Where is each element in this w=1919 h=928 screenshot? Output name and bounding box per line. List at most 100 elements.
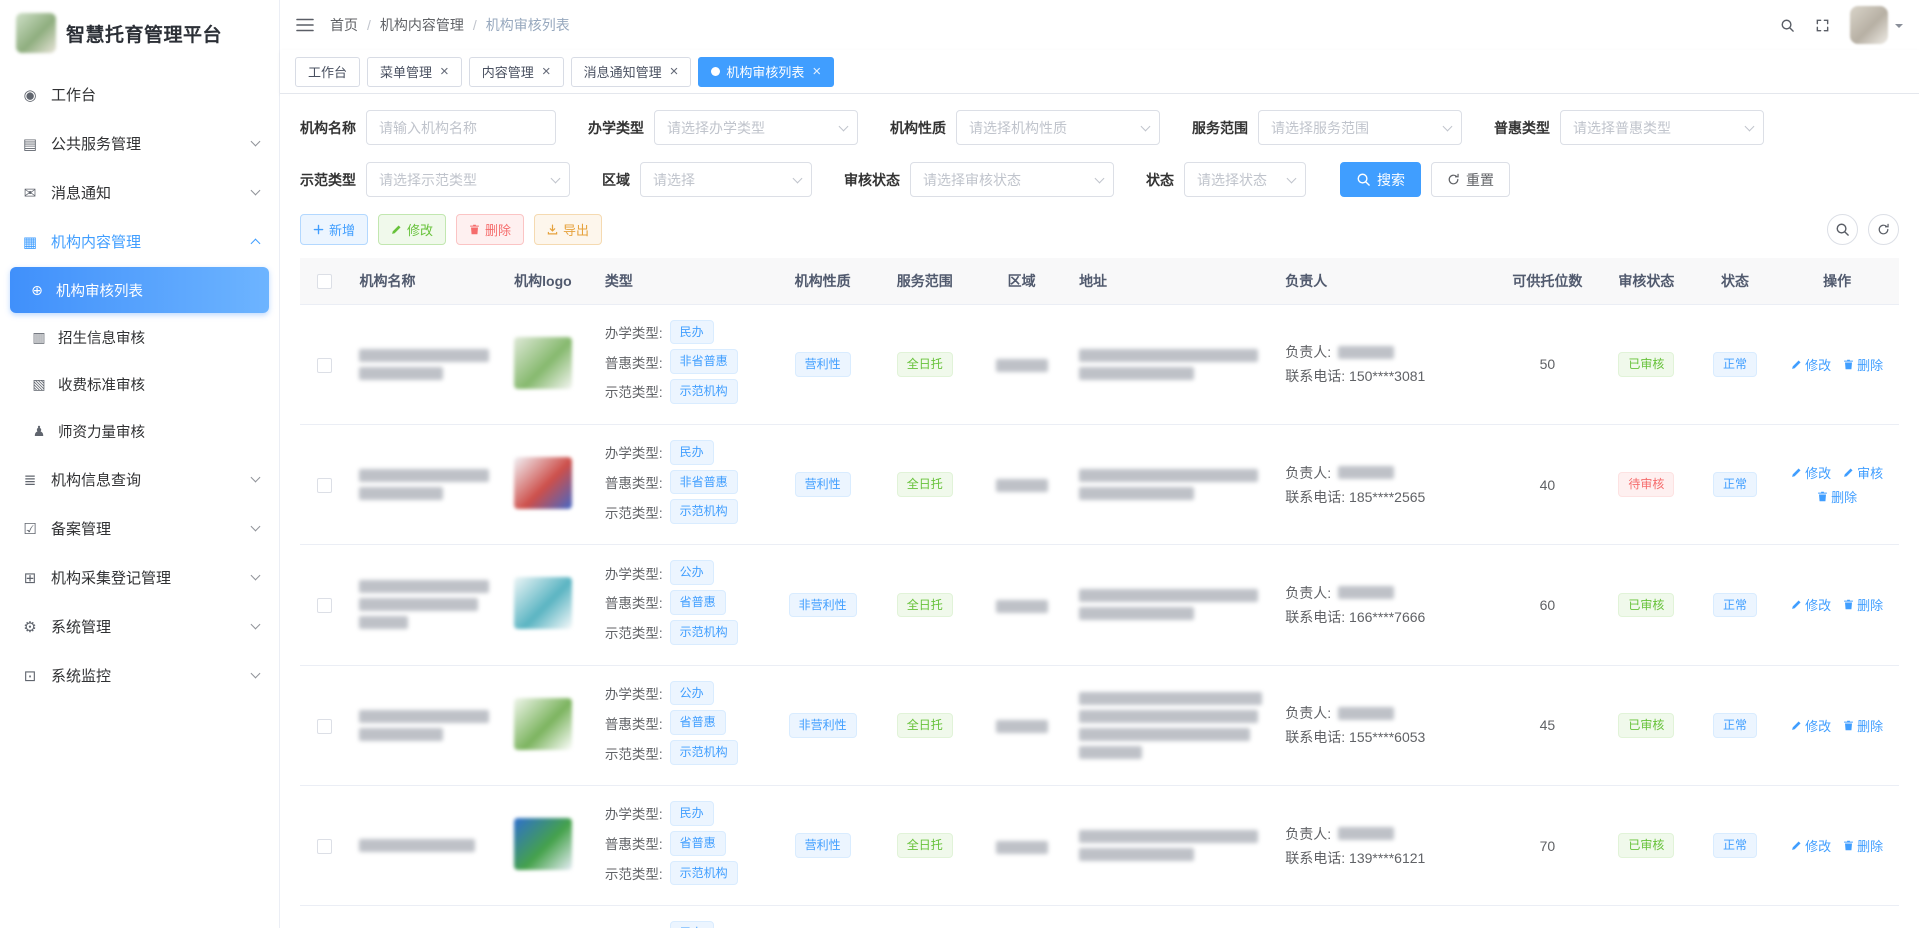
fullscreen-icon[interactable]: [1815, 18, 1830, 33]
filter-select-region[interactable]: 请选择: [640, 162, 812, 197]
tab-close-icon[interactable]: ×: [812, 64, 821, 79]
row-checkbox[interactable]: [317, 358, 332, 373]
row-action-delete[interactable]: 删除: [1843, 716, 1883, 735]
blurred-address: [1079, 830, 1265, 861]
search-button[interactable]: 搜索: [1340, 162, 1421, 197]
edit-icon: [1791, 359, 1802, 370]
sidebar-collapse-icon[interactable]: [296, 17, 314, 33]
refresh-table-button[interactable]: [1868, 214, 1899, 245]
user-menu[interactable]: [1850, 6, 1903, 44]
sidebar-item-workbench[interactable]: ◉工作台: [0, 70, 279, 119]
blurred-text: [1079, 830, 1258, 843]
edit-button[interactable]: 修改: [378, 214, 446, 245]
breadcrumb-current: 机构审核列表: [486, 15, 570, 35]
toolbar-utilities: [1827, 214, 1899, 245]
col-header: 机构logo: [504, 258, 595, 304]
row-action-delete[interactable]: 删除: [1843, 355, 1883, 374]
avatar[interactable]: [1850, 6, 1888, 44]
delete-button[interactable]: 删除: [456, 214, 524, 245]
tab-message-mgmt[interactable]: 消息通知管理×: [571, 57, 692, 87]
sidebar-subitem-enrollment-audit[interactable]: ▥招生信息审核: [0, 314, 279, 361]
edit-icon: [1791, 599, 1802, 610]
audit-status-tag: 已审核: [1618, 713, 1674, 738]
sidebar-subitem-org-audit-list[interactable]: ⊕机构审核列表: [10, 267, 269, 313]
filter-select-audit-status[interactable]: 请选择审核状态: [910, 162, 1114, 197]
blurred-text: [359, 598, 477, 611]
filter-select-inclusive-type[interactable]: 请选择普惠类型: [1560, 110, 1764, 145]
filter-field-school-type: 办学类型请选择办学类型: [588, 110, 858, 145]
filter-field-org-nature: 机构性质请选择机构性质: [890, 110, 1160, 145]
row-action-delete[interactable]: 删除: [1817, 487, 1857, 506]
row-action-edit[interactable]: 修改: [1791, 836, 1831, 855]
sidebar-subitem-teacher-audit[interactable]: ♟师资力量审核: [0, 408, 279, 455]
col-header: 可供托位数: [1497, 258, 1598, 304]
row-checkbox[interactable]: [317, 478, 332, 493]
blurred-text: [1079, 848, 1194, 861]
col-header: 机构性质: [770, 258, 875, 304]
select-all-checkbox[interactable]: [317, 274, 332, 289]
sidebar-item-public-service[interactable]: ▤公共服务管理: [0, 119, 279, 168]
tab-org-audit-list[interactable]: 机构审核列表×: [698, 57, 834, 87]
row-action-delete[interactable]: 删除: [1843, 595, 1883, 614]
tab-content-mgmt[interactable]: 内容管理×: [469, 57, 564, 87]
tab-workbench[interactable]: 工作台: [295, 57, 360, 87]
status-tag: 正常: [1713, 472, 1757, 497]
tab-close-icon[interactable]: ×: [670, 64, 679, 79]
blurred-text: [1079, 710, 1258, 723]
org-logo-image: [514, 457, 572, 509]
delete-icon: [1843, 359, 1854, 370]
filter-field-demo-type: 示范类型请选择示范类型: [300, 162, 570, 197]
manager-line: 负责人:: [1285, 463, 1487, 483]
nature-tag: 营利性: [795, 833, 851, 858]
sidebar-item-monitor[interactable]: ⊡系统监控: [0, 651, 279, 700]
filter-select-status[interactable]: 请选择状态: [1184, 162, 1306, 197]
row-checkbox[interactable]: [317, 839, 332, 854]
sidebar-item-org-content[interactable]: ▦机构内容管理: [0, 217, 279, 266]
filter-select-service-scope[interactable]: 请选择服务范围: [1258, 110, 1462, 145]
add-button[interactable]: 新增: [300, 214, 368, 245]
blurred-address: [1079, 692, 1265, 759]
org-logo-image: [514, 698, 572, 750]
row-action-audit[interactable]: 审核: [1843, 463, 1883, 482]
reset-button[interactable]: 重置: [1431, 162, 1510, 197]
sidebar-subitem-fee-audit[interactable]: ▧收费标准审核: [0, 361, 279, 408]
sidebar-item-org-query[interactable]: ≣机构信息查询: [0, 455, 279, 504]
sidebar-item-message[interactable]: ✉消息通知: [0, 168, 279, 217]
filter-input-org-name[interactable]: [366, 110, 556, 145]
row-action-delete[interactable]: 删除: [1843, 836, 1883, 855]
chevron-down-icon: [551, 173, 561, 183]
chevron-down-icon: [1287, 173, 1297, 183]
filter-select-org-nature[interactable]: 请选择机构性质: [956, 110, 1160, 145]
manager-line: 负责人:: [1285, 703, 1487, 723]
col-header: 区域: [974, 258, 1069, 304]
row-action-edit[interactable]: 修改: [1791, 595, 1831, 614]
row-action-edit[interactable]: 修改: [1791, 355, 1831, 374]
sidebar-item-filing[interactable]: ☑备案管理: [0, 504, 279, 553]
tab-close-icon[interactable]: ×: [542, 64, 551, 79]
toggle-search-button[interactable]: [1827, 214, 1858, 245]
tab-close-icon[interactable]: ×: [440, 64, 449, 79]
org-collect-icon: ⊞: [20, 569, 40, 587]
filter-select-school-type[interactable]: 请选择办学类型: [654, 110, 858, 145]
enrollment-audit-icon: ▥: [30, 329, 48, 346]
row-checkbox[interactable]: [317, 719, 332, 734]
row-checkbox[interactable]: [317, 598, 332, 613]
chevron-down-icon: [251, 137, 261, 147]
col-header: 机构名称: [349, 258, 504, 304]
blurred-text: [359, 367, 442, 380]
row-action-edit[interactable]: 修改: [1791, 463, 1831, 482]
sidebar-item-org-collect[interactable]: ⊞机构采集登记管理: [0, 553, 279, 602]
export-button[interactable]: 导出: [534, 214, 602, 245]
org-audit-table: 机构名称机构logo类型机构性质服务范围区域地址负责人可供托位数审核状态状态操作…: [300, 258, 1899, 928]
filter-select-demo-type[interactable]: 请选择示范类型: [366, 162, 570, 197]
hamburger-icon: [296, 17, 314, 33]
sidebar: 智慧托育管理平台 ◉工作台▤公共服务管理✉消息通知▦机构内容管理⊕机构审核列表▥…: [0, 0, 280, 928]
chevron-down-icon: [839, 121, 849, 131]
tab-menu-mgmt[interactable]: 菜单管理×: [367, 57, 462, 87]
header-search-icon[interactable]: [1780, 18, 1795, 33]
row-action-edit[interactable]: 修改: [1791, 716, 1831, 735]
breadcrumb-home[interactable]: 首页: [330, 15, 358, 35]
org-content-icon: ▦: [20, 233, 40, 251]
capacity-cell: 40: [1497, 424, 1598, 544]
sidebar-item-system[interactable]: ⚙系统管理: [0, 602, 279, 651]
